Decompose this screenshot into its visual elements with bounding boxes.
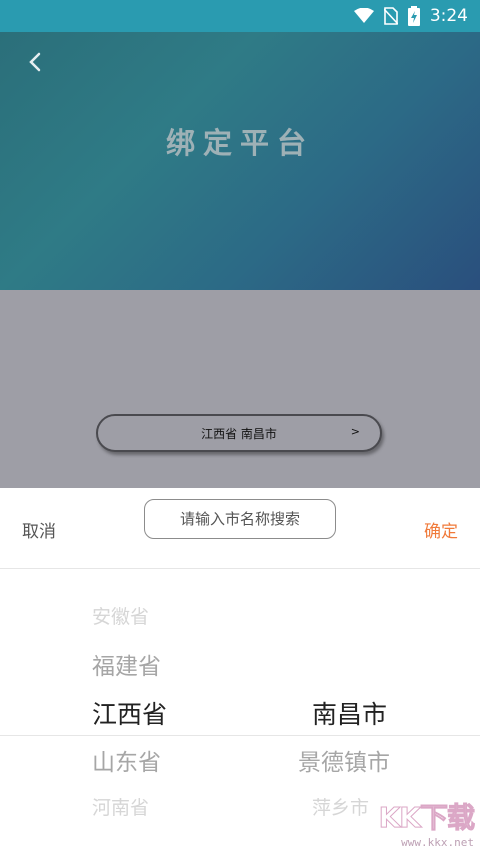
page-title: 绑定平台 bbox=[165, 126, 314, 160]
province-option[interactable]: 山东省 bbox=[92, 743, 161, 777]
city-option[interactable]: 景德镇市 bbox=[298, 743, 390, 777]
clock-time: 3:24 bbox=[429, 6, 468, 26]
province-option[interactable]: 河南省 bbox=[92, 793, 149, 820]
wifi-icon bbox=[353, 8, 374, 24]
dim-overlay[interactable] bbox=[0, 290, 480, 488]
province-option[interactable]: 安徽省 bbox=[92, 602, 149, 629]
battery-charging-icon bbox=[407, 6, 420, 26]
region-selector[interactable]: 江西省 南昌市 > bbox=[96, 414, 382, 452]
no-sim-icon bbox=[383, 7, 398, 25]
selection-divider bbox=[0, 735, 480, 736]
watermark: KK下载 www.kkx.net bbox=[378, 796, 475, 850]
watermark-url: www.kkx.net bbox=[401, 836, 474, 849]
city-option[interactable]: 萍乡市 bbox=[312, 793, 369, 820]
back-button[interactable] bbox=[22, 48, 50, 76]
confirm-button[interactable]: 确定 bbox=[424, 517, 458, 542]
cancel-button[interactable]: 取消 bbox=[22, 517, 56, 542]
status-bar: 3:24 bbox=[0, 0, 480, 32]
city-option-selected[interactable]: 南昌市 bbox=[312, 695, 387, 731]
chevron-left-icon bbox=[29, 52, 41, 72]
chevron-right-icon: > bbox=[350, 425, 360, 438]
city-search-input[interactable]: 请输入市名称搜索 bbox=[144, 499, 336, 539]
region-selector-value: 江西省 南昌市 bbox=[201, 427, 277, 441]
watermark-logo: KK下载 bbox=[378, 801, 475, 835]
province-option-selected[interactable]: 江西省 bbox=[92, 695, 167, 731]
picker-top-divider bbox=[0, 568, 480, 569]
province-option[interactable]: 福建省 bbox=[92, 647, 161, 681]
